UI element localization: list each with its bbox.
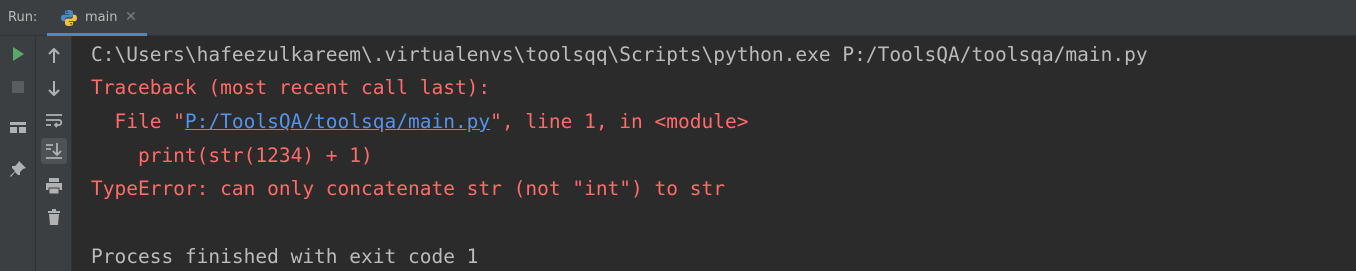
scroll-to-end-icon <box>46 143 62 159</box>
traceback-file-line: File "P:/ToolsQA/toolsqa/main.py", line … <box>91 110 748 133</box>
run-tool-window-header: Run: main ✕ <box>0 0 1356 36</box>
error-message: TypeError: can only concatenate str (not… <box>91 177 725 200</box>
stop-button[interactable] <box>5 74 31 100</box>
file-prefix: File " <box>91 110 185 133</box>
pin-icon <box>10 161 26 177</box>
print-icon <box>46 178 62 195</box>
file-link[interactable]: P:/ToolsQA/toolsqa/main.py <box>185 110 490 133</box>
stop-icon <box>12 81 24 93</box>
play-icon <box>13 47 24 61</box>
down-button[interactable] <box>41 75 67 101</box>
soft-wrap-button[interactable] <box>41 107 67 133</box>
arrow-up-icon <box>48 47 60 63</box>
traceback-header: Traceback (most recent call last): <box>91 76 491 99</box>
console-output[interactable]: C:\Users\hafeezulkareem\.virtualenvs\too… <box>73 36 1356 271</box>
python-icon <box>60 9 78 27</box>
close-icon[interactable]: ✕ <box>125 9 137 25</box>
arrow-down-icon <box>48 81 60 97</box>
trash-icon <box>48 209 60 225</box>
up-button[interactable] <box>41 43 67 69</box>
command-line: C:\Users\hafeezulkareem\.virtualenvs\too… <box>91 43 1148 66</box>
scroll-to-end-button[interactable] <box>41 138 67 164</box>
layout-icon <box>10 122 26 133</box>
exit-message: Process finished with exit code 1 <box>91 245 479 268</box>
file-suffix: ", line 1, in <module> <box>490 110 749 133</box>
run-actions-toolbar <box>0 36 36 271</box>
console-toolbar <box>36 36 72 271</box>
traceback-code-line: print(str(1234) + 1) <box>91 144 373 167</box>
rerun-button[interactable] <box>5 41 31 67</box>
soft-wrap-icon <box>46 114 63 128</box>
clear-all-button[interactable] <box>41 204 67 230</box>
pin-button[interactable] <box>5 156 31 182</box>
tab-main[interactable]: main ✕ <box>47 0 147 36</box>
print-button[interactable] <box>41 173 67 199</box>
tab-main-label: main <box>85 10 118 25</box>
layout-button[interactable] <box>5 114 31 140</box>
run-label: Run: <box>8 10 38 25</box>
